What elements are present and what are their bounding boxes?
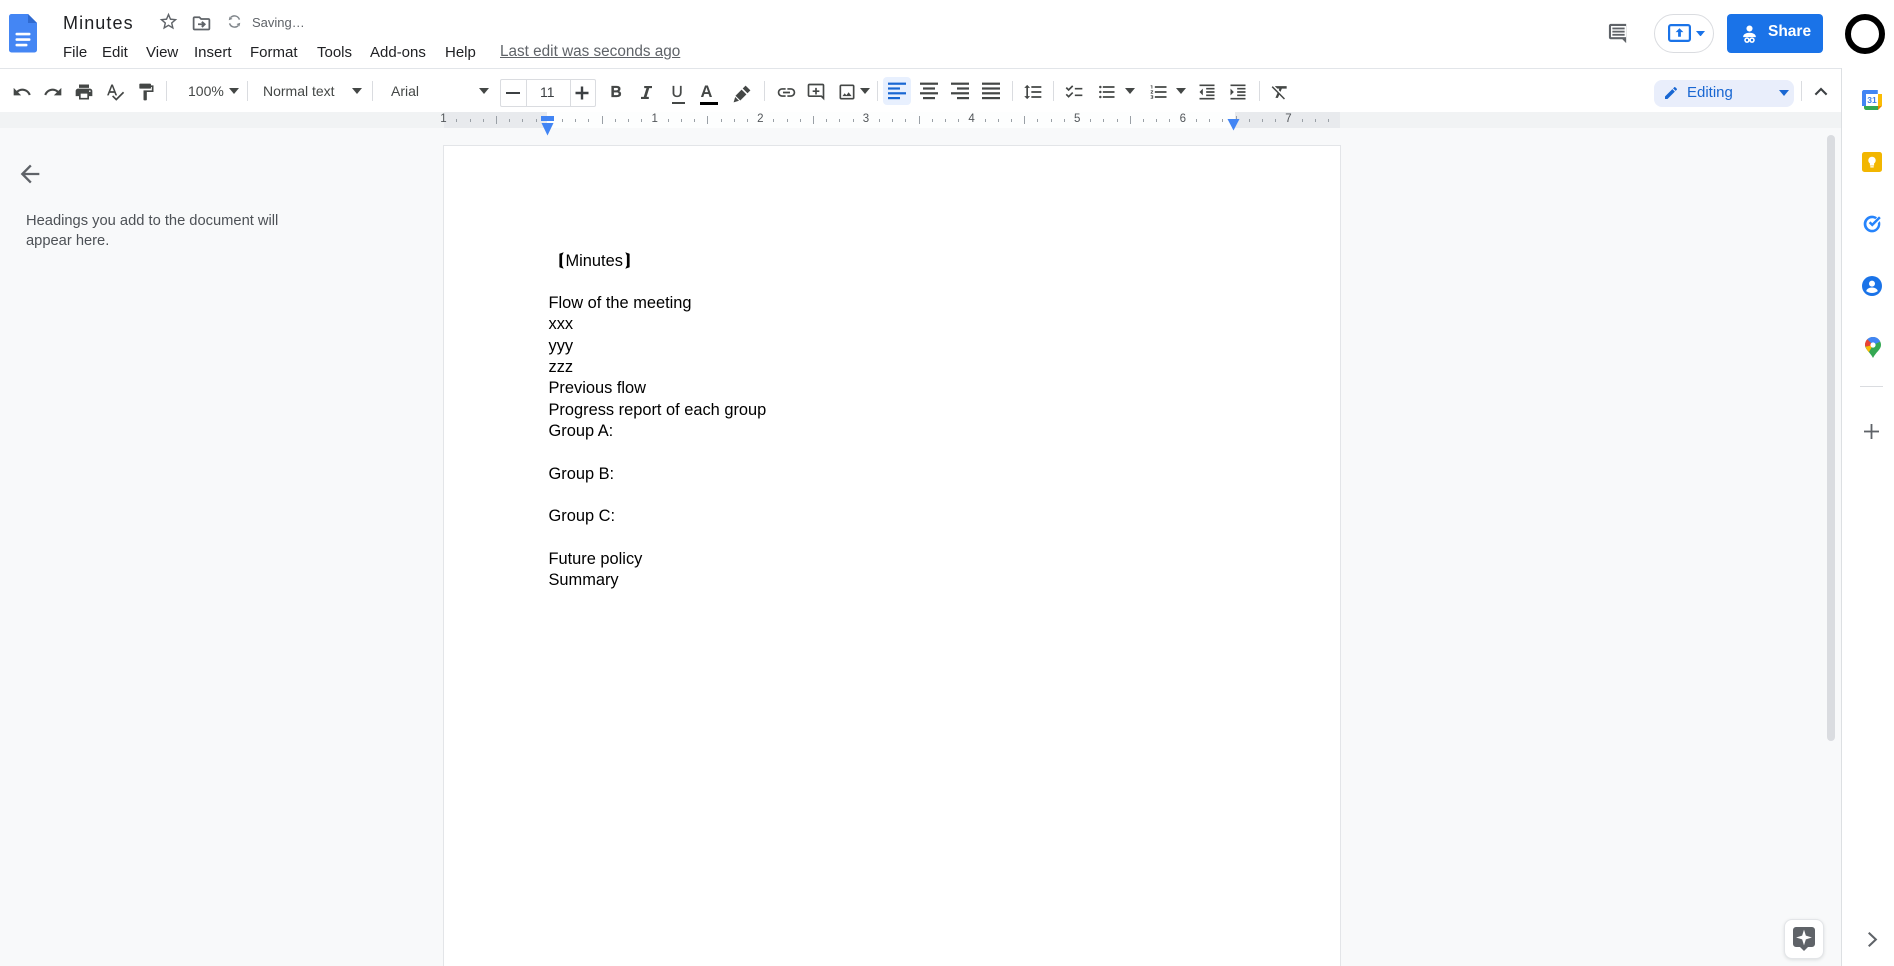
svg-text:31: 31 — [1867, 95, 1877, 105]
